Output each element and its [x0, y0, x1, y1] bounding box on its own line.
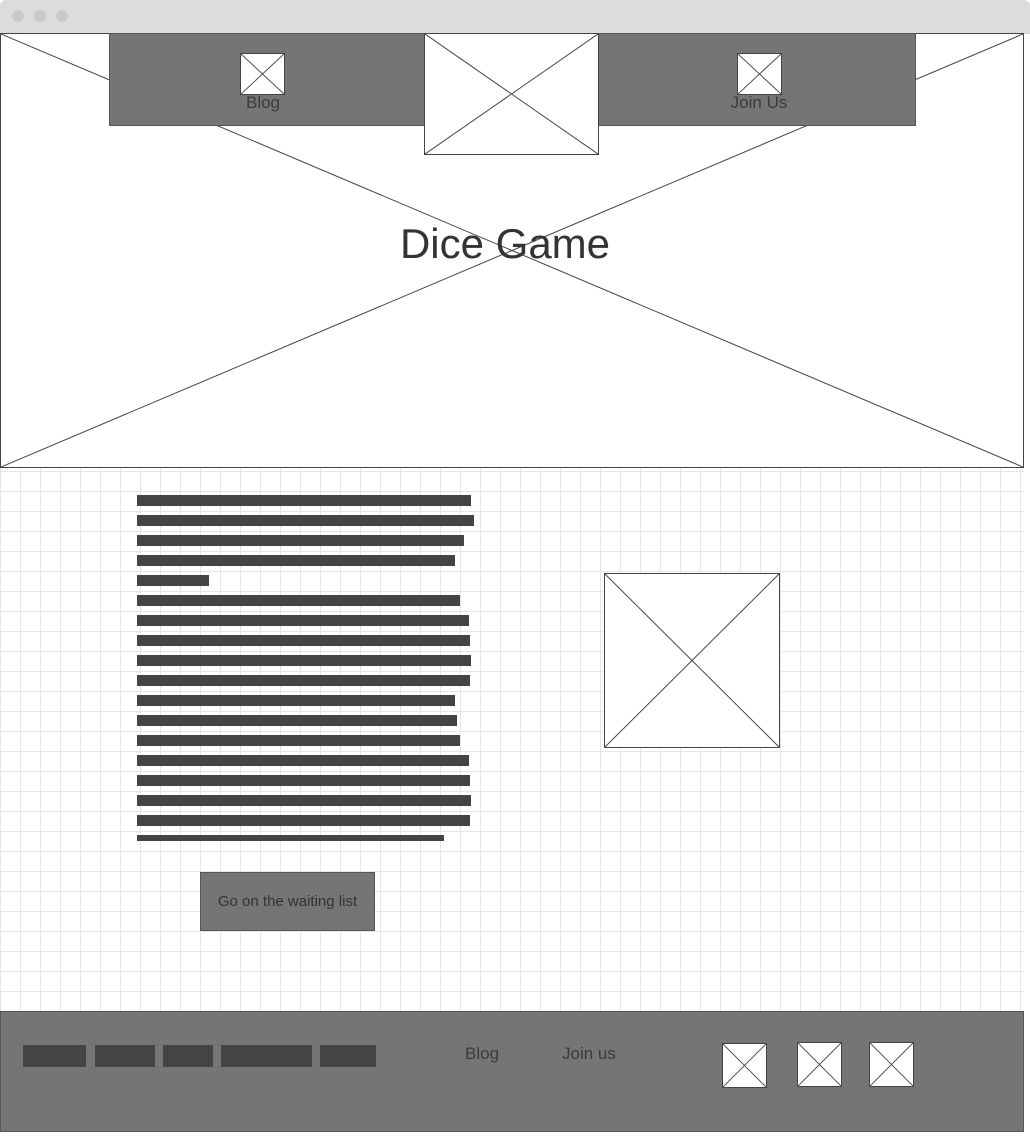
waiting-list-button[interactable]: Go on the waiting list — [200, 872, 375, 931]
footer-link[interactable] — [320, 1045, 376, 1067]
logo-placeholder[interactable] — [424, 33, 599, 155]
social-icon[interactable] — [869, 1042, 914, 1087]
nav-item-join-us[interactable]: Join Us — [598, 33, 916, 126]
image-placeholder-icon — [869, 1042, 914, 1087]
text-line — [137, 495, 471, 506]
text-line — [137, 615, 469, 626]
blog-nav-icon — [240, 53, 285, 95]
minimize-dot[interactable] — [34, 10, 46, 22]
text-line — [137, 635, 470, 646]
maximize-dot[interactable] — [56, 10, 68, 22]
nav-label-blog: Blog — [245, 93, 281, 112]
text-line — [137, 535, 464, 546]
footer-link[interactable] — [95, 1045, 155, 1067]
footer-link[interactable] — [23, 1045, 86, 1067]
footer-link[interactable] — [163, 1045, 213, 1067]
text-line — [137, 515, 474, 526]
social-icon[interactable] — [797, 1042, 842, 1087]
close-dot[interactable] — [12, 10, 24, 22]
placeholder-x-icon — [605, 574, 779, 747]
content-image-placeholder — [604, 573, 780, 748]
footer-link-join-us[interactable]: Join us — [562, 1044, 616, 1064]
text-line — [137, 555, 455, 566]
footer-link-blog[interactable]: Blog — [465, 1044, 499, 1064]
window-titlebar — [0, 0, 1030, 34]
text-line — [137, 595, 460, 606]
nav-item-blog[interactable]: Blog — [109, 33, 425, 126]
text-line — [137, 655, 471, 666]
join-us-nav-icon — [737, 53, 782, 95]
text-line — [137, 675, 470, 686]
hero-title: Dice Game — [399, 220, 611, 267]
text-line — [137, 815, 470, 826]
image-placeholder-icon — [722, 1043, 767, 1088]
text-line — [137, 795, 471, 806]
logo-icon — [425, 34, 598, 154]
text-line — [137, 755, 469, 766]
text-line — [137, 735, 460, 746]
text-line — [137, 715, 457, 726]
social-icon[interactable] — [722, 1043, 767, 1088]
text-line — [137, 835, 444, 841]
text-line — [137, 575, 209, 586]
text-line — [137, 775, 470, 786]
footer-link[interactable] — [221, 1045, 312, 1067]
browser-window: Blog Join Us Dice Game Go on the waiting… — [0, 0, 1030, 1136]
image-placeholder-icon — [797, 1042, 842, 1087]
footer: Blog Join us — [0, 1011, 1024, 1132]
nav-label-join-us: Join Us — [730, 93, 788, 112]
text-line — [137, 695, 455, 706]
